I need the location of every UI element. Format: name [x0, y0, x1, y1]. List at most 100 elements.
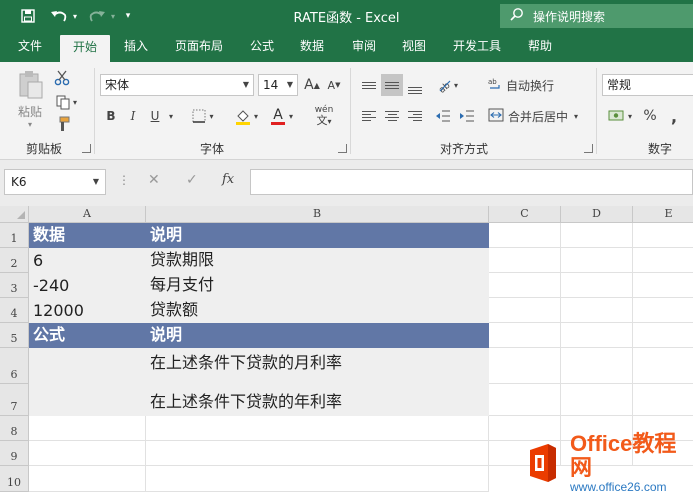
cell-d6[interactable] — [561, 348, 633, 384]
cell-a8[interactable] — [29, 416, 146, 441]
cell-e6[interactable] — [633, 348, 693, 384]
cell-d2[interactable] — [561, 248, 633, 273]
tab-data[interactable]: 数据 — [290, 32, 334, 62]
decrease-font-size-icon[interactable]: A ▼ — [324, 74, 344, 96]
select-all-button[interactable] — [0, 206, 29, 223]
copy-icon[interactable]: ▾ — [52, 92, 80, 112]
row-header-1[interactable]: 1 — [0, 223, 29, 248]
insert-function-button[interactable]: fx — [222, 172, 234, 187]
cell-b7[interactable]: 在上述条件下贷款的年利率 — [146, 384, 489, 416]
cell-a6[interactable] — [29, 348, 146, 384]
cell-b8[interactable] — [146, 416, 489, 441]
bold-button[interactable]: B — [102, 105, 120, 127]
cell-c2[interactable] — [489, 248, 561, 273]
customize-qat-icon[interactable]: ▾ — [122, 6, 134, 26]
comma-style-icon[interactable]: , — [664, 105, 684, 127]
undo-dropdown-icon[interactable]: ▾ — [70, 6, 80, 26]
percent-button[interactable]: % — [640, 105, 660, 127]
paste-button[interactable]: 粘贴 ▾ — [12, 70, 48, 129]
cell-c7[interactable] — [489, 384, 561, 416]
cell-e5[interactable] — [633, 323, 693, 348]
cell-c5[interactable] — [489, 323, 561, 348]
cell-e4[interactable] — [633, 298, 693, 323]
cell-e3[interactable] — [633, 273, 693, 298]
tell-me-search[interactable]: 操作说明搜索 — [500, 4, 693, 28]
cell-e2[interactable] — [633, 248, 693, 273]
italic-button[interactable]: I — [124, 105, 142, 127]
accounting-format-icon[interactable]: ▾ — [604, 105, 636, 127]
cell-a7[interactable] — [29, 384, 146, 416]
tab-file[interactable]: 文件 — [8, 32, 52, 62]
save-icon[interactable] — [18, 6, 38, 26]
row-header-5[interactable]: 5 — [0, 323, 29, 348]
font-size-select[interactable]: 14 ▼ — [258, 74, 298, 96]
column-header-c[interactable]: C — [489, 206, 561, 223]
align-left-icon[interactable] — [358, 105, 380, 127]
underline-button[interactable]: U — [146, 105, 164, 127]
undo-icon[interactable] — [48, 6, 70, 26]
row-header-7[interactable]: 7 — [0, 384, 29, 416]
fill-color-icon[interactable]: ▾ — [230, 105, 262, 127]
cell-a3[interactable]: -240 — [29, 273, 146, 298]
tab-formulas[interactable]: 公式 — [240, 32, 284, 62]
cell-b10[interactable] — [146, 466, 489, 492]
align-right-icon[interactable] — [404, 105, 426, 127]
tab-review[interactable]: 审阅 — [342, 32, 386, 62]
cell-d7[interactable] — [561, 384, 633, 416]
cell-c6[interactable] — [489, 348, 561, 384]
top-align-icon[interactable] — [358, 74, 380, 96]
cut-icon[interactable] — [52, 68, 72, 88]
font-launcher-icon[interactable] — [338, 144, 347, 153]
cell-c3[interactable] — [489, 273, 561, 298]
column-header-d[interactable]: D — [561, 206, 633, 223]
cell-a2[interactable]: 6 — [29, 248, 146, 273]
cell-a10[interactable] — [29, 466, 146, 492]
formula-bar-grip-icon[interactable]: ⋮ — [118, 173, 130, 187]
cell-b2[interactable]: 贷款期限 — [146, 248, 489, 273]
cell-d5[interactable] — [561, 323, 633, 348]
column-header-b[interactable]: B — [146, 206, 489, 223]
tab-page-layout[interactable]: 页面布局 — [166, 32, 232, 62]
decrease-indent-icon[interactable] — [432, 105, 454, 127]
cell-a5[interactable]: 公式 — [29, 323, 146, 348]
middle-align-icon[interactable] — [381, 74, 403, 96]
cell-c1[interactable] — [489, 223, 561, 248]
row-header-3[interactable]: 3 — [0, 273, 29, 298]
column-header-a[interactable]: A — [29, 206, 146, 223]
row-header-2[interactable]: 2 — [0, 248, 29, 273]
cell-b6[interactable]: 在上述条件下贷款的月利率 — [146, 348, 489, 384]
cell-b4[interactable]: 贷款额 — [146, 298, 489, 323]
wrap-text-button[interactable]: ab 自动换行 — [488, 74, 564, 96]
row-header-6[interactable]: 6 — [0, 348, 29, 384]
row-header-10[interactable]: 10 — [0, 466, 29, 492]
font-color-icon[interactable]: A ▾ — [266, 105, 298, 127]
cell-a9[interactable] — [29, 441, 146, 466]
format-painter-icon[interactable] — [52, 114, 72, 134]
merge-center-button[interactable]: 合并后居中 ▾ — [488, 105, 588, 127]
tab-view[interactable]: 视图 — [392, 32, 436, 62]
row-header-4[interactable]: 4 — [0, 298, 29, 323]
confirm-entry-icon[interactable]: ✓ — [186, 172, 198, 188]
tab-developer[interactable]: 开发工具 — [444, 32, 510, 62]
row-header-9[interactable]: 9 — [0, 441, 29, 466]
bottom-align-icon[interactable] — [404, 76, 426, 98]
cell-a4[interactable]: 12000 — [29, 298, 146, 323]
cell-c4[interactable] — [489, 298, 561, 323]
alignment-launcher-icon[interactable] — [584, 144, 593, 153]
cell-d4[interactable] — [561, 298, 633, 323]
cell-e1[interactable] — [633, 223, 693, 248]
phonetic-guide-icon[interactable]: wén 文▾ — [308, 105, 340, 127]
cell-b9[interactable] — [146, 441, 489, 466]
align-center-icon[interactable] — [381, 105, 403, 127]
cell-a1[interactable]: 数据 — [29, 223, 146, 248]
cell-e7[interactable] — [633, 384, 693, 416]
underline-dropdown-icon[interactable]: ▾ — [166, 105, 176, 127]
cell-d3[interactable] — [561, 273, 633, 298]
row-header-8[interactable]: 8 — [0, 416, 29, 441]
cell-c8[interactable] — [489, 416, 561, 441]
borders-icon[interactable]: ▾ — [188, 105, 218, 127]
cell-b1[interactable]: 说明 — [146, 223, 489, 248]
cell-b3[interactable]: 每月支付 — [146, 273, 489, 298]
number-format-select[interactable]: 常规 — [602, 74, 693, 96]
cell-d1[interactable] — [561, 223, 633, 248]
